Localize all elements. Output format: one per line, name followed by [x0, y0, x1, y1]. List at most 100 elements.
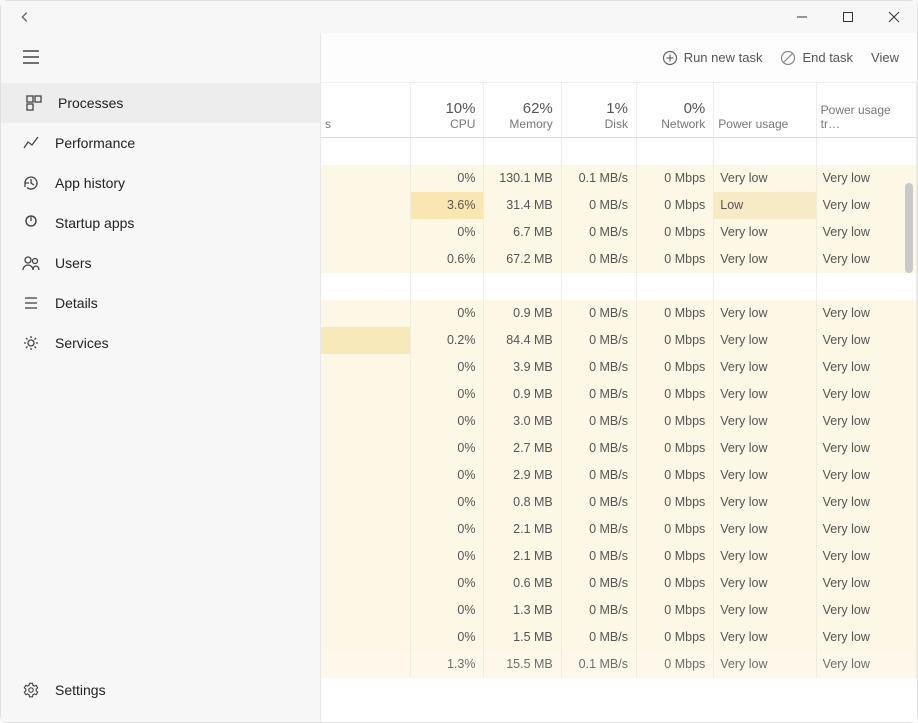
cell-network: 0 Mbps [636, 570, 713, 597]
cell-name [321, 354, 411, 381]
column-memory[interactable]: 62%Memory [484, 83, 561, 138]
run-new-task-label: Run new task [684, 50, 763, 65]
cell-network: 0 Mbps [636, 408, 713, 435]
column-disk[interactable]: 1%Disk [561, 83, 636, 138]
toolbar: Run new task End task View [321, 33, 917, 83]
cell-name [321, 219, 411, 246]
sidebar-item-details[interactable]: Details [1, 283, 320, 323]
table-row[interactable]: 0%0.8 MB0 MB/s0 MbpsVery lowVery low [321, 489, 917, 516]
cell-disk: 0 MB/s [561, 543, 636, 570]
cell-name [321, 570, 411, 597]
cell-network: 0 Mbps [636, 327, 713, 354]
cell-power-usage-trend: Very low [816, 624, 916, 651]
column-power-usage[interactable]: Power usage [714, 83, 816, 138]
cell-name [321, 624, 411, 651]
cell-cpu: 3.6% [411, 192, 484, 219]
group-header-row[interactable] [321, 273, 917, 300]
cell-network: 0 Mbps [636, 624, 713, 651]
cell-memory: 15.5 MB [484, 651, 561, 678]
sidebar-item-users[interactable]: Users [1, 243, 320, 283]
table-row[interactable]: 0%130.1 MB0.1 MB/s0 MbpsVery lowVery low [321, 165, 917, 192]
cell-memory: 2.7 MB [484, 435, 561, 462]
cell-cpu: 0% [411, 624, 484, 651]
table-row[interactable]: 0%2.1 MB0 MB/s0 MbpsVery lowVery low [321, 543, 917, 570]
vertical-scrollbar[interactable] [903, 183, 915, 718]
column-name[interactable]: s [321, 83, 411, 138]
sidebar-item-services[interactable]: Services [1, 323, 320, 363]
cell-network: 0 Mbps [636, 192, 713, 219]
table-row[interactable]: 0%2.9 MB0 MB/s0 MbpsVery lowVery low [321, 462, 917, 489]
content-area: Run new task End task View s [321, 33, 917, 722]
table-row[interactable]: 0%2.7 MB0 MB/s0 MbpsVery lowVery low [321, 435, 917, 462]
process-table: s 10%CPU 62%Memory 1%Disk 0%Network Powe… [321, 83, 917, 678]
cell-network: 0 Mbps [636, 165, 713, 192]
table-row[interactable]: 0%6.7 MB0 MB/s0 MbpsVery lowVery low [321, 219, 917, 246]
sidebar-item-history[interactable]: App history [1, 163, 320, 203]
cell-power-usage: Very low [714, 300, 816, 327]
cell-power-usage: Very low [714, 651, 816, 678]
cell-network: 0 Mbps [636, 219, 713, 246]
cell-name [321, 327, 411, 354]
cell-power-usage-trend: Very low [816, 543, 916, 570]
users-icon [21, 253, 41, 273]
sidebar-item-performance[interactable]: Performance [1, 123, 320, 163]
sidebar-item-processes[interactable]: Processes [1, 83, 320, 123]
cell-cpu: 0% [411, 462, 484, 489]
table-row[interactable]: 3.6%31.4 MB0 MB/s0 MbpsLowVery low [321, 192, 917, 219]
cell-disk: 0 MB/s [561, 570, 636, 597]
group-header-row[interactable] [321, 138, 917, 165]
cell-disk: 0 MB/s [561, 516, 636, 543]
table-row[interactable]: 0.2%84.4 MB0 MB/s0 MbpsVery lowVery low [321, 327, 917, 354]
cell-network: 0 Mbps [636, 543, 713, 570]
cell-power-usage: Very low [714, 327, 816, 354]
sidebar-item-settings[interactable]: Settings [1, 670, 320, 710]
cell-memory: 0.9 MB [484, 381, 561, 408]
table-row[interactable]: 0%0.9 MB0 MB/s0 MbpsVery lowVery low [321, 300, 917, 327]
table-row[interactable]: 0%1.5 MB0 MB/s0 MbpsVery lowVery low [321, 624, 917, 651]
cell-name [321, 516, 411, 543]
maximize-button[interactable] [825, 1, 871, 33]
cell-power-usage: Very low [714, 516, 816, 543]
sidebar-item-label: Settings [55, 682, 106, 698]
cell-cpu: 0% [411, 597, 484, 624]
column-cpu[interactable]: 10%CPU [411, 83, 484, 138]
titlebar [1, 1, 917, 33]
sidebar-item-startup[interactable]: Startup apps [1, 203, 320, 243]
table-row[interactable]: 0.6%67.2 MB0 MB/s0 MbpsVery lowVery low [321, 246, 917, 273]
cell-power-usage: Very low [714, 381, 816, 408]
table-row[interactable]: 0%3.0 MB0 MB/s0 MbpsVery lowVery low [321, 408, 917, 435]
table-row[interactable]: 0%3.9 MB0 MB/s0 MbpsVery lowVery low [321, 354, 917, 381]
cell-disk: 0.1 MB/s [561, 165, 636, 192]
table-row[interactable]: 0%0.6 MB0 MB/s0 MbpsVery lowVery low [321, 570, 917, 597]
minimize-button[interactable] [779, 1, 825, 33]
close-button[interactable] [871, 1, 917, 33]
window-controls [779, 1, 917, 33]
cell-name [321, 165, 411, 192]
hamburger-button[interactable] [11, 37, 51, 77]
cell-disk: 0 MB/s [561, 435, 636, 462]
cell-power-usage: Very low [714, 354, 816, 381]
performance-icon [21, 133, 41, 153]
cell-power-usage: Very low [714, 624, 816, 651]
end-task-button[interactable]: End task [780, 50, 853, 66]
sidebar-item-label: Details [55, 295, 98, 311]
cell-cpu: 0% [411, 570, 484, 597]
back-button[interactable] [13, 5, 37, 29]
cell-memory: 130.1 MB [484, 165, 561, 192]
scrollbar-thumb[interactable] [905, 183, 913, 273]
run-new-task-button[interactable]: Run new task [662, 50, 763, 66]
table-row[interactable]: 0%0.9 MB0 MB/s0 MbpsVery lowVery low [321, 381, 917, 408]
cell-network: 0 Mbps [636, 435, 713, 462]
view-button[interactable]: View [871, 50, 899, 65]
table-row[interactable]: 0%1.3 MB0 MB/s0 MbpsVery lowVery low [321, 597, 917, 624]
cell-disk: 0 MB/s [561, 624, 636, 651]
column-power-usage-trend[interactable]: Power usage tr… [816, 83, 916, 138]
cell-memory: 1.5 MB [484, 624, 561, 651]
cell-cpu: 0% [411, 408, 484, 435]
services-icon [21, 333, 41, 353]
table-row[interactable]: 0%2.1 MB0 MB/s0 MbpsVery lowVery low [321, 516, 917, 543]
table-row[interactable]: 1.3%15.5 MB0.1 MB/s0 MbpsVery lowVery lo… [321, 651, 917, 678]
cell-name [321, 651, 411, 678]
column-network[interactable]: 0%Network [636, 83, 713, 138]
process-table-wrap: s 10%CPU 62%Memory 1%Disk 0%Network Powe… [321, 83, 917, 722]
